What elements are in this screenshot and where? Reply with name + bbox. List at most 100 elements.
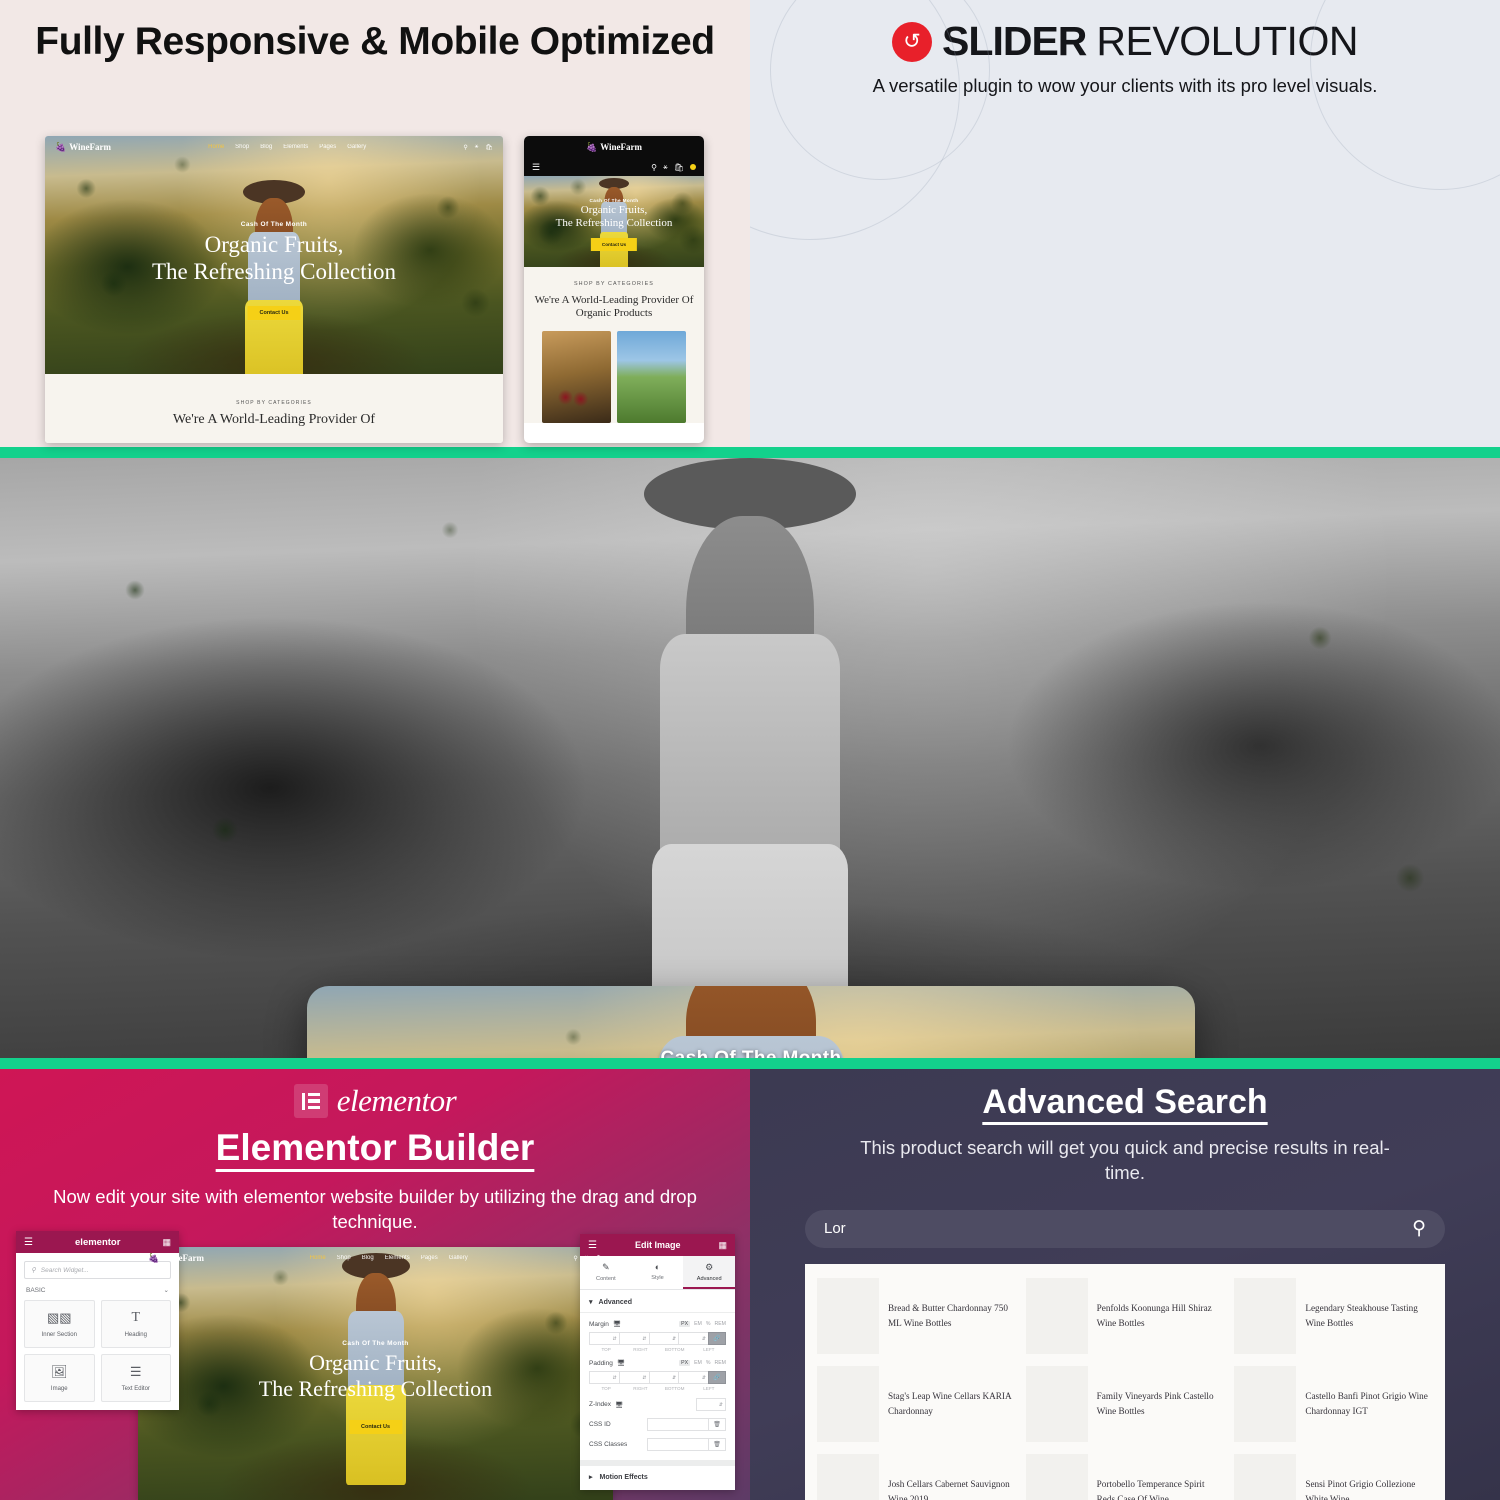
tab-advanced[interactable]: ⚙ Advanced [683, 1256, 736, 1289]
advanced-section-label: Advanced [598, 1298, 632, 1306]
unit-px[interactable]: PX [679, 1360, 691, 1366]
link-icon[interactable]: 🔗 [708, 1332, 726, 1345]
padding-right-input[interactable]: ⇵ [618, 1371, 649, 1384]
search-result-item[interactable]: Stag's Leap Wine Cellars KARIA Chardonna… [817, 1365, 1016, 1442]
product-name: Josh Cellars Cabernet Sauvignon Wine 201… [888, 1478, 1010, 1500]
elementor-subtitle: Now edit your site with elementor websit… [53, 1186, 697, 1232]
unit-rem[interactable]: REM [714, 1360, 726, 1366]
preview-nav-blog[interactable]: Blog [362, 1255, 374, 1261]
dir-bottom: BOTTOM [664, 1386, 685, 1391]
responsive-heading: Fully Responsive & Mobile Optimized [35, 20, 715, 63]
widget-inner-section[interactable]: ▧▧ Inner Section [24, 1300, 95, 1348]
unit-rem[interactable]: REM [714, 1321, 726, 1327]
grid-icon[interactable]: ▦ [162, 1237, 171, 1248]
hero-slide-card[interactable]: Cash Of The Month Organic Fruits, The Re… [307, 986, 1195, 1058]
monitor-icon[interactable]: 🖥 [617, 1359, 625, 1367]
trash-icon[interactable]: 🗑 [709, 1438, 726, 1451]
search-result-item[interactable]: Legendary Steakhouse Tasting Wine Bottle… [1234, 1277, 1433, 1354]
hero-row: Cash Of The Month Organic Fruits, The Re… [0, 458, 1500, 1058]
search-result-item[interactable]: Family Vineyards Pink Castello Wine Bott… [1025, 1365, 1225, 1442]
margin-bottom-input[interactable]: ⇵ [648, 1332, 679, 1345]
unit-px[interactable]: PX [679, 1321, 691, 1327]
monitor-icon[interactable]: 🖥 [615, 1401, 623, 1409]
preview-nav-pages[interactable]: Pages [421, 1255, 438, 1261]
product-search-input[interactable]: Lor ⚲ [805, 1209, 1445, 1248]
preview-nav-gallery[interactable]: Gallery [449, 1255, 468, 1261]
mobile-contact-button[interactable]: Contact Us [590, 238, 638, 251]
trash-icon[interactable]: 🗑 [709, 1418, 726, 1431]
mobile-logo-text: WineFarm [600, 142, 643, 152]
search-icon[interactable]: ⚲ [651, 163, 657, 172]
padding-bottom-input[interactable]: ⇵ [648, 1371, 679, 1384]
search-result-item[interactable]: Penfolds Koonunga Hill Shiraz Wine Bottl… [1025, 1277, 1225, 1354]
cssclasses-input[interactable] [647, 1438, 709, 1451]
preview-contact-button[interactable]: Contact Us [348, 1420, 403, 1434]
margin-right-input[interactable]: ⇵ [618, 1332, 649, 1345]
margin-left-input[interactable]: ⇵ [678, 1332, 708, 1345]
search-result-item[interactable]: Sensi Pinot Grigio Collezione White Wine [1234, 1453, 1433, 1500]
motion-effects-section[interactable]: ▸ Motion Effects [580, 1466, 735, 1490]
user-icon[interactable]: ⚹ [475, 144, 479, 151]
zindex-input[interactable]: ⇵ [696, 1398, 726, 1411]
unit-percent[interactable]: % [706, 1360, 711, 1366]
search-result-item[interactable]: Bread & Butter Chardonnay 750 ML Wine Bo… [817, 1277, 1016, 1354]
search-result-item[interactable]: Portobello Temperance Spirit Reds Case O… [1025, 1453, 1225, 1500]
cart-icon[interactable]: 🛍 [674, 163, 684, 172]
mobile-site-logo[interactable]: 🍇 WineFarm [586, 142, 642, 153]
advanced-section-header[interactable]: ▾ Advanced [580, 1290, 735, 1313]
search-icon[interactable]: ⚲ [1412, 1217, 1426, 1240]
category-tile-white-wine[interactable] [617, 330, 686, 423]
link-icon[interactable]: 🔗 [708, 1371, 726, 1384]
elementor-preview[interactable]: 🍇 WineFarm Home Shop Blog Elements Pages… [138, 1247, 613, 1500]
unit-em[interactable]: EM [694, 1321, 702, 1327]
preview-logo[interactable]: 🍇 WineFarm [148, 1253, 204, 1264]
search-result-item[interactable]: Castello Banfi Pinot Grigio Wine Chardon… [1234, 1365, 1433, 1442]
search-result-item[interactable]: Josh Cellars Cabernet Sauvignon Wine 201… [817, 1453, 1016, 1500]
desktop-hero: 🍇 WineFarm Home Shop Blog Elements Pages… [45, 136, 503, 374]
cart-icon[interactable]: 🛍 [595, 1255, 603, 1262]
site-logo[interactable]: 🍇 WineFarm [55, 142, 111, 153]
search-icon[interactable]: ⚲ [463, 144, 467, 151]
widget-image[interactable]: 🖼 Image [24, 1354, 95, 1402]
contact-us-button[interactable]: Contact Us [247, 306, 301, 320]
nav-item-shop[interactable]: Shop [235, 144, 249, 150]
nav-item-home[interactable]: Home [208, 144, 224, 150]
search-icon[interactable]: ⚲ [573, 1255, 577, 1262]
nav-item-gallery[interactable]: Gallery [347, 144, 366, 150]
widget-group-basic[interactable]: BASIC ⌄ [24, 1279, 171, 1300]
user-icon[interactable]: ⚹ [663, 162, 668, 172]
widget-heading[interactable]: T Heading [100, 1300, 171, 1348]
grape-icon: 🍇 [55, 141, 67, 152]
preview-nav-shop[interactable]: Shop [337, 1255, 351, 1261]
product-thumbnail [1025, 1453, 1088, 1500]
monitor-icon[interactable]: 🖥 [613, 1320, 621, 1328]
widget-text-editor[interactable]: ☰ Text Editor [100, 1354, 171, 1402]
nav-item-pages[interactable]: Pages [319, 144, 336, 150]
padding-left-input[interactable]: ⇵ [678, 1371, 708, 1384]
dir-top: TOP [601, 1347, 611, 1352]
unit-percent[interactable]: % [706, 1321, 711, 1327]
preview-nav-elements[interactable]: Elements [385, 1255, 410, 1261]
grid-icon[interactable]: ▦ [718, 1240, 727, 1251]
margin-top-input[interactable]: ⇵ [589, 1332, 619, 1345]
tab-style[interactable]: ◐ Style [632, 1256, 684, 1289]
sidebar-body: ⚲ Search Widget... BASIC ⌄ ▧▧ Inner Sect… [16, 1253, 179, 1410]
product-thumbnail [1025, 1365, 1088, 1442]
padding-top-input[interactable]: ⇵ [589, 1371, 619, 1384]
dir-top: TOP [601, 1386, 611, 1391]
nav-item-elements[interactable]: Elements [283, 144, 308, 150]
elementor-logo: elementor [0, 1069, 750, 1119]
cssid-label: CSS ID [589, 1421, 611, 1428]
unit-em[interactable]: EM [694, 1360, 702, 1366]
cart-icon[interactable]: 🛍 [485, 144, 493, 151]
mobile-hero: Cash Of The Month Organic Fruits, The Re… [524, 176, 704, 267]
cssid-input[interactable] [647, 1418, 709, 1431]
hamburger-icon[interactable]: ☰ [532, 162, 540, 173]
hamburger-icon[interactable]: ☰ [24, 1237, 33, 1248]
product-name: Stag's Leap Wine Cellars KARIA Chardonna… [888, 1390, 1012, 1416]
nav-item-blog[interactable]: Blog [260, 144, 272, 150]
preview-nav-home[interactable]: Home [310, 1255, 326, 1261]
hero-title-line1: Organic Fruits, [204, 232, 344, 257]
user-icon[interactable]: ⚹ [585, 1255, 589, 1262]
category-tile-red-wine[interactable] [542, 330, 611, 423]
